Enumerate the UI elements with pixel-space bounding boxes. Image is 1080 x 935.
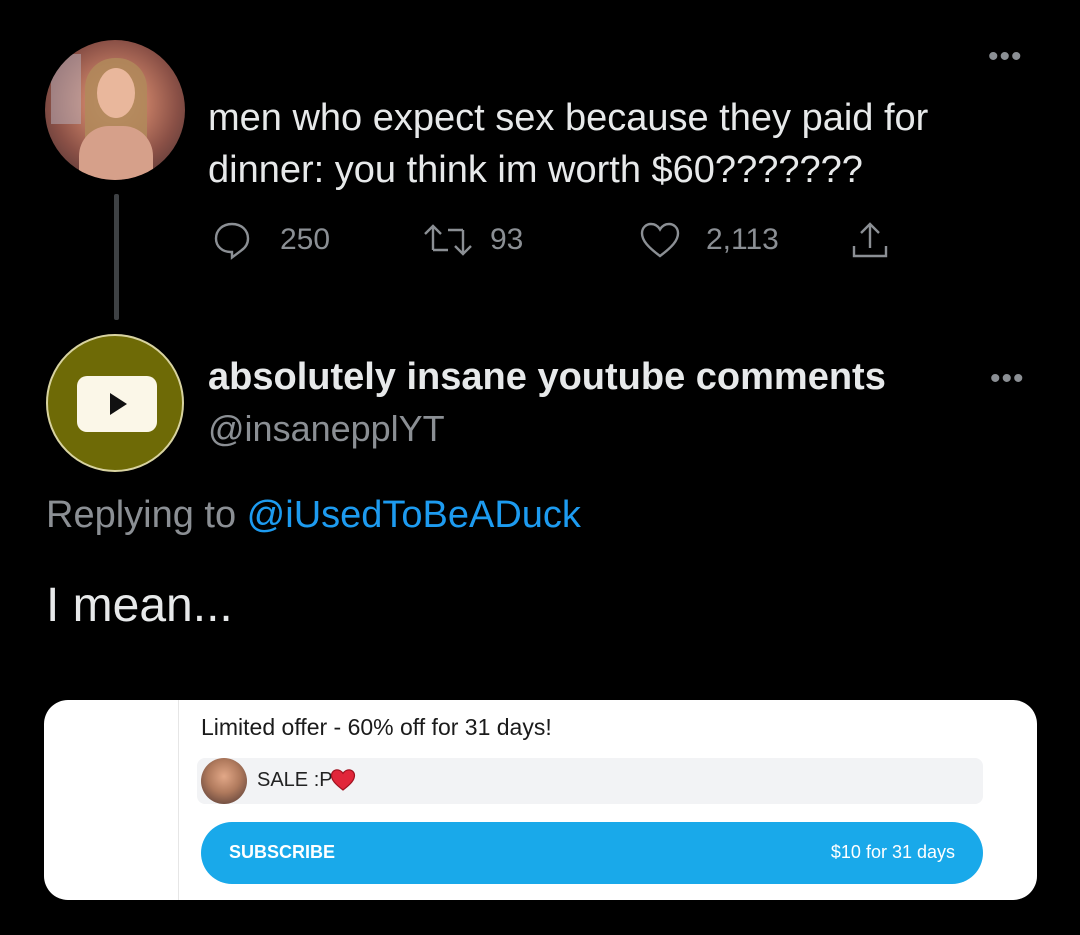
more-icon[interactable]: ••• — [988, 40, 1023, 74]
share-button[interactable] — [848, 218, 892, 262]
like-count: 2,113 — [706, 223, 779, 256]
subscribe-label: SUBSCRIBE — [229, 842, 336, 862]
reply-icon — [214, 222, 250, 260]
sale-text: SALE :P — [257, 769, 333, 791]
subscribe-button[interactable]: SUBSCRIBE $10 for 31 days — [201, 822, 983, 884]
avatar-body — [79, 126, 153, 180]
replying-to: Replying to @iUsedToBeADuck — [46, 494, 581, 537]
like-icon — [640, 222, 680, 258]
reply-button[interactable]: 250 — [210, 218, 330, 262]
card-divider — [178, 700, 179, 900]
replying-prefix: Replying to — [46, 494, 247, 536]
channel-avatar[interactable] — [46, 334, 184, 472]
subscribe-price: $10 for 31 days — [830, 842, 955, 862]
more-icon[interactable]: ••• — [990, 362, 1025, 396]
retweet-button[interactable]: 93 — [420, 218, 523, 262]
tweet-text-line-2: dinner: you think im worth $60??????? — [208, 149, 863, 191]
avatar-face — [97, 68, 135, 118]
tweet-text-line-1: men who expect sex because they paid for — [208, 97, 929, 139]
avatar-background — [51, 54, 81, 124]
offer-text: Limited offer - 60% off for 31 days! — [201, 714, 552, 740]
reply-text: I mean... — [46, 579, 233, 632]
heart-icon — [330, 769, 356, 791]
youtube-play-icon — [110, 393, 127, 415]
share-icon — [852, 222, 888, 258]
thread-line — [114, 194, 119, 320]
display-name[interactable]: absolutely insane youtube comments — [208, 356, 886, 399]
youtube-logo — [77, 376, 157, 432]
retweet-count: 93 — [490, 223, 524, 256]
user-handle[interactable]: @insanepplYT — [208, 408, 445, 450]
mention-link[interactable]: @iUsedToBeADuck — [247, 494, 581, 536]
sale-message: SALE :P — [197, 758, 983, 804]
attached-image-card[interactable]: Limited offer - 60% off for 31 days! SAL… — [44, 700, 1037, 900]
avatar[interactable] — [45, 40, 185, 180]
like-button[interactable]: 2,113 — [638, 218, 779, 262]
avatar — [201, 758, 247, 804]
retweet-icon — [424, 224, 472, 256]
tweet-text: men who expect sex because they paid for… — [208, 92, 928, 196]
reply-count: 250 — [280, 223, 331, 256]
